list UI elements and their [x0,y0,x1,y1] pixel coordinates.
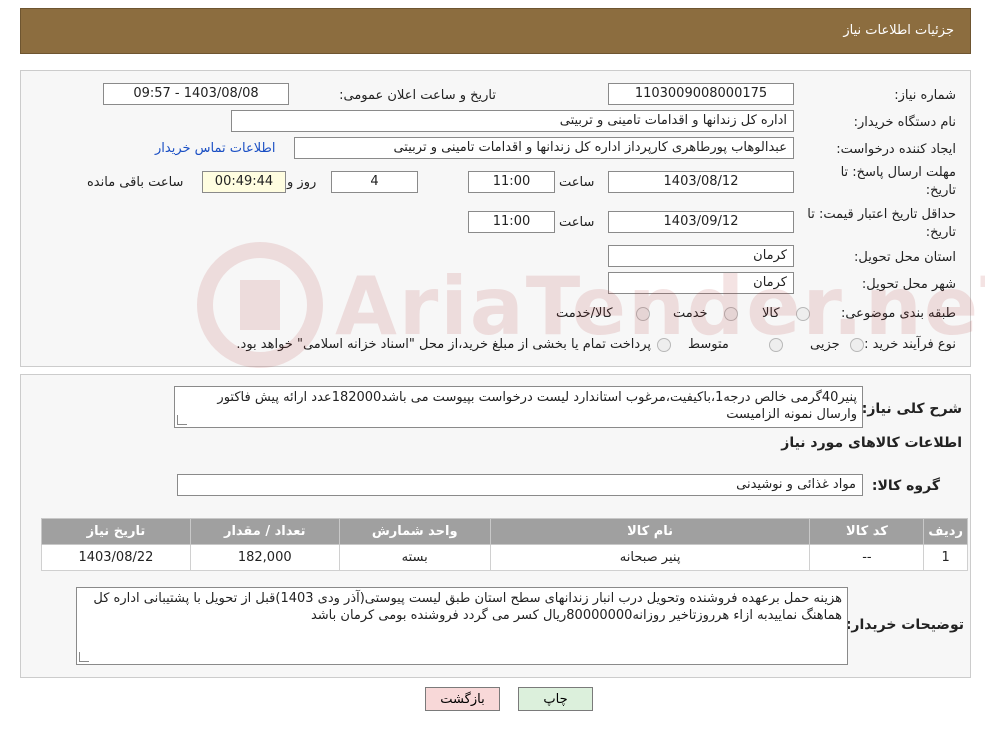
creator-field: عبدالوهاب پورطاهری کارپرداز اداره کل زند… [294,137,794,159]
goods-table: ردیف کد کالا نام کالا واحد شمارش تعداد /… [41,518,968,571]
cell-code: -- [809,544,925,571]
process-radio-minor[interactable] [850,338,864,352]
cell-row: 1 [923,544,968,571]
announce-label: تاریخ و ساعت اعلان عمومی: [339,88,496,103]
col-quantity: تعداد / مقدار [189,518,340,545]
category-radio-goods-service[interactable] [636,307,650,321]
goods-details-panel: شرح کلی نیاز: پنیر40گرمی خالص درجه1،باکی… [20,374,971,678]
cell-name: پنیر صبحانه [489,544,811,571]
goods-group-field: مواد غذائی و نوشیدنی [177,474,863,496]
category-option-goods: کالا [762,306,780,321]
reply-date-field: 1403/08/12 [608,171,794,193]
price-valid-label-2: تاریخ: [925,225,956,240]
process-type-label: نوع فرآیند خرید : [864,337,956,352]
time-remaining-label: ساعت باقی مانده [87,175,184,190]
category-label: طبقه بندی موضوعی: [840,306,956,321]
price-valid-date-field: 1403/09/12 [608,211,794,233]
resize-grip-icon[interactable] [177,415,187,425]
treasury-payment-checkbox[interactable] [657,338,671,352]
request-info-panel: شماره نیاز: 1103009008000175 تاریخ و ساع… [20,70,971,367]
reply-deadline-label-2: تاریخ: [925,183,956,198]
province-label: استان محل تحویل: [854,250,956,265]
col-need-date: تاریخ نیاز [41,518,191,545]
buyer-notes-label: توضیحات خریدار: [845,617,964,633]
print-button[interactable]: چاپ [518,687,593,711]
days-remaining-field: 4 [331,171,418,193]
cell-need-date: 1403/08/22 [41,544,191,571]
time-remaining-field: 00:49:44 [202,171,286,193]
buyer-notes-textarea[interactable]: هزینه حمل برعهده فروشنده وتحویل درب انبا… [76,587,848,665]
category-option-service: خدمت [673,306,708,321]
reply-time-field: 11:00 [468,171,555,193]
category-radio-service[interactable] [724,307,738,321]
need-number-field: 1103009008000175 [608,83,794,105]
col-name: نام کالا [489,518,811,545]
page-header: جزئیات اطلاعات نیاز [20,8,971,54]
table-row: 1 -- پنیر صبحانه بسته 182,000 1403/08/22 [41,544,968,571]
page-title: جزئیات اطلاعات نیاز [843,23,954,38]
category-radio-goods[interactable] [796,307,810,321]
process-note: پرداخت تمام یا بخشی از مبلغ خرید،از محل … [236,337,651,352]
price-valid-time-label: ساعت [559,215,595,230]
col-unit: واحد شمارش [338,518,491,545]
city-field: کرمان [608,272,794,294]
goods-group-label: گروه کالا: [871,478,940,494]
summary-label: شرح کلی نیاز: [861,401,962,417]
creator-label: ایجاد کننده درخواست: [836,142,956,157]
days-label: روز و [287,175,317,190]
buyer-contact-link[interactable]: اطلاعات تماس خریدار [155,141,275,156]
process-option-medium: متوسط [688,337,729,352]
price-valid-time-field: 11:00 [468,211,555,233]
price-valid-label: حداقل تاریخ اعتبار قیمت: تا [807,207,956,222]
goods-table-header: ردیف کد کالا نام کالا واحد شمارش تعداد /… [41,518,968,545]
buyer-org-label: نام دستگاه خریدار: [853,115,956,130]
process-option-minor: جزیی [810,337,840,352]
col-code: کد کالا [809,518,925,545]
reply-time-label: ساعت [559,175,595,190]
reply-deadline-label: مهلت ارسال پاسخ: تا [840,165,956,180]
need-number-label: شماره نیاز: [894,88,956,103]
cell-unit: بسته [338,544,491,571]
buyer-org-field: اداره کل زندانها و اقدامات تامینی و تربی… [231,110,794,132]
announce-datetime-field: 1403/08/08 - 09:57 [103,83,289,105]
resize-grip-icon[interactable] [79,652,89,662]
col-row: ردیف [923,518,968,545]
cell-quantity: 182,000 [189,544,340,571]
summary-textarea[interactable]: پنیر40گرمی خالص درجه1،باکیفیت،مرغوب استا… [174,386,863,428]
process-radio-medium[interactable] [769,338,783,352]
category-option-goods-service: کالا/خدمت [556,306,613,321]
city-label: شهر محل تحویل: [861,277,956,292]
goods-info-title: اطلاعات کالاهای مورد نیاز [781,435,962,451]
buyer-notes-text: هزینه حمل برعهده فروشنده وتحویل درب انبا… [93,591,842,623]
summary-text: پنیر40گرمی خالص درجه1،باکیفیت،مرغوب استا… [217,390,857,422]
province-field: کرمان [608,245,794,267]
back-button[interactable]: بازگشت [425,687,500,711]
